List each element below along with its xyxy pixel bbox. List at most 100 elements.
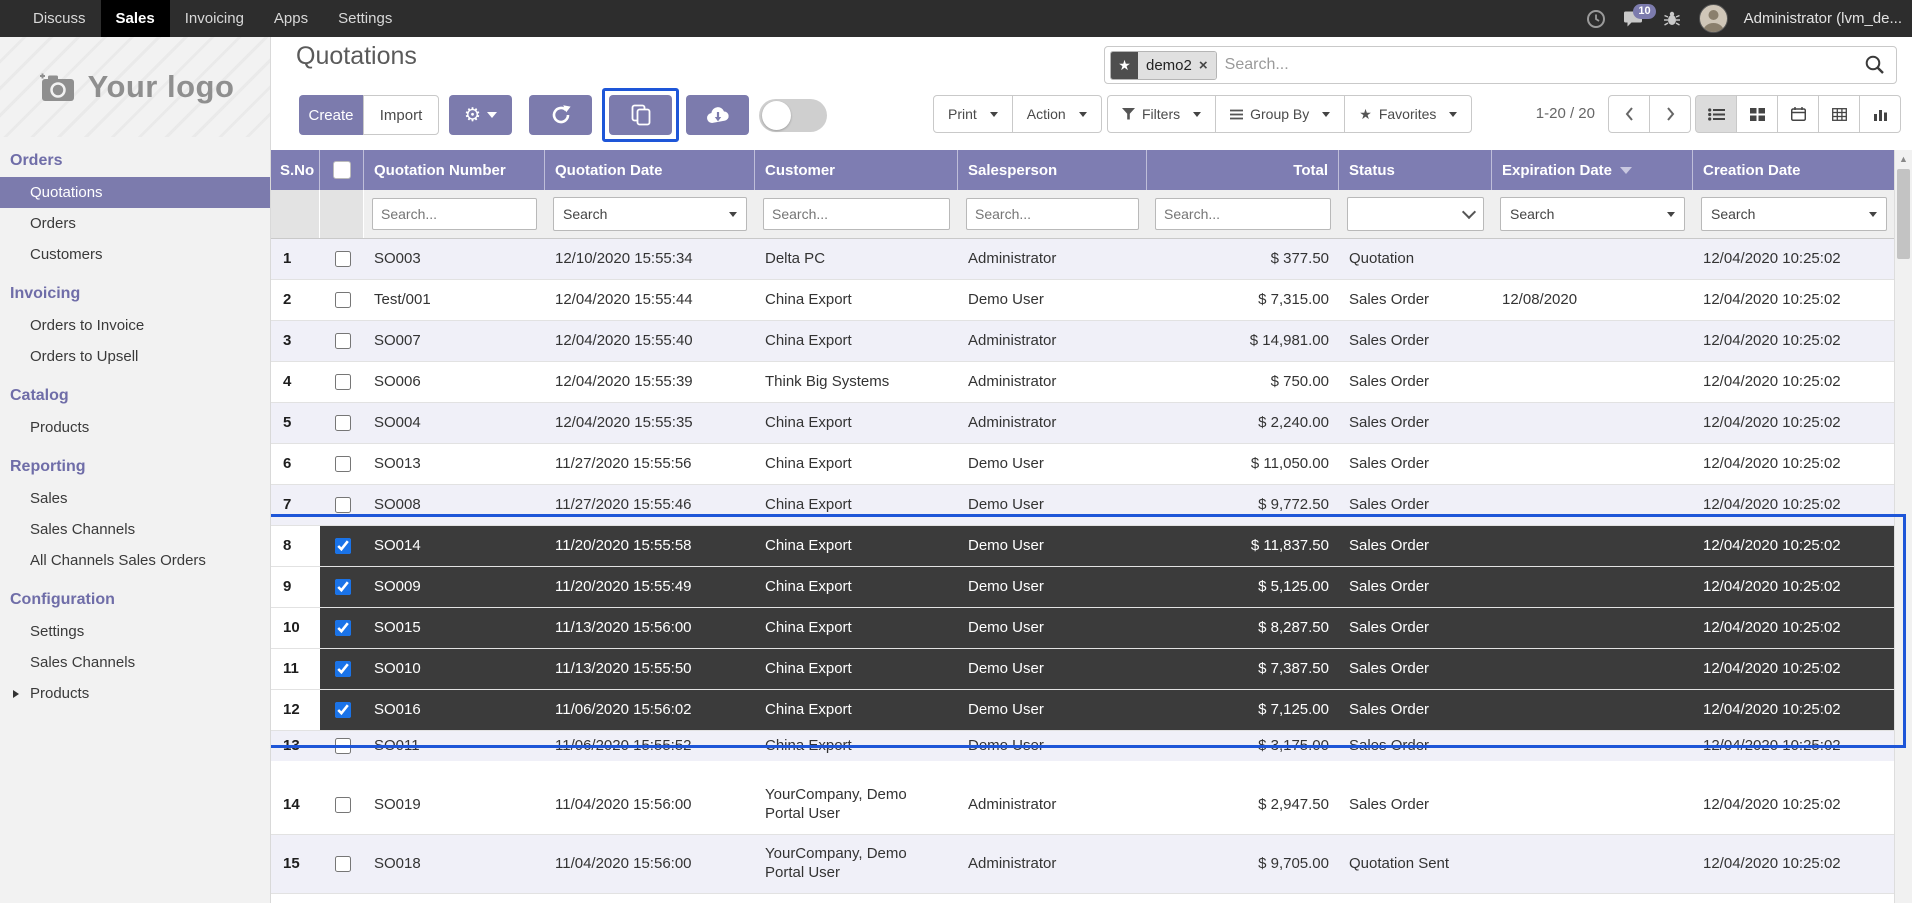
- row-checkbox[interactable]: [334, 456, 351, 472]
- table-row[interactable]: 16SO00511/04/2020 15:55:00AgrolaitDemo U…: [270, 894, 1895, 903]
- column-header-quotation-number[interactable]: Quotation Number: [364, 150, 545, 190]
- column-header-status[interactable]: Status: [1339, 150, 1492, 190]
- print-button[interactable]: Print: [933, 95, 1013, 133]
- column-header-select-all[interactable]: [320, 150, 364, 190]
- filters-button[interactable]: Filters: [1107, 95, 1217, 133]
- quotation-date-filter-combo[interactable]: Search: [553, 197, 747, 231]
- salesperson-filter-input[interactable]: [966, 198, 1139, 230]
- scroll-up-arrow-icon[interactable]: ▲: [1895, 150, 1912, 167]
- sidebar-item-orders[interactable]: Orders: [0, 208, 270, 239]
- select-all-checkbox[interactable]: [332, 161, 351, 179]
- table-row[interactable]: 6 SO013 11/27/2020 15:55:56 China Export Dem…: [270, 444, 1895, 485]
- toggle-switch[interactable]: [759, 99, 827, 132]
- topbar-menu-apps[interactable]: Apps: [259, 0, 323, 37]
- column-header-creation-date[interactable]: Creation Date: [1693, 150, 1895, 190]
- sidebar-item-products[interactable]: Products: [0, 678, 270, 709]
- sidebar-item-products[interactable]: Products: [0, 412, 270, 443]
- row-checkbox[interactable]: [334, 497, 351, 513]
- messages-icon[interactable]: 10: [1623, 3, 1656, 30]
- search-box[interactable]: ★ demo2 × Search...: [1104, 46, 1897, 84]
- row-checkbox[interactable]: [334, 415, 351, 431]
- list-view-button[interactable]: [1695, 95, 1737, 133]
- sidebar-item-orders-to-invoice[interactable]: Orders to Invoice: [0, 310, 270, 341]
- row-checkbox[interactable]: [334, 797, 351, 813]
- status-filter-select[interactable]: [1347, 197, 1484, 231]
- sidebar-item-sales[interactable]: Sales: [0, 483, 270, 514]
- kanban-view-button[interactable]: [1737, 95, 1778, 133]
- table-row[interactable]: 2 Test/001 12/04/2020 15:55:44 China Export…: [270, 280, 1895, 321]
- row-checkbox[interactable]: [334, 661, 351, 677]
- topbar-menu-sales[interactable]: Sales: [100, 0, 170, 37]
- table-row[interactable]: 4 SO006 12/04/2020 15:55:39 Think Big Syste…: [270, 362, 1895, 403]
- column-header-expiration-date[interactable]: Expiration Date: [1492, 150, 1693, 190]
- refresh-button[interactable]: [529, 95, 592, 135]
- topbar-menu-discuss[interactable]: Discuss: [18, 0, 101, 37]
- table-row[interactable]: 13 SO011 11/06/2020 15:55:52 China Export De…: [270, 731, 1895, 761]
- debug-bug-icon[interactable]: [1661, 8, 1683, 30]
- create-button[interactable]: Create: [299, 95, 363, 135]
- table-row[interactable]: 14 SO019 11/04/2020 15:56:00 YourCompany, D…: [270, 776, 1895, 835]
- row-status: Quotation Sent: [1349, 854, 1450, 872]
- row-checkbox[interactable]: [334, 251, 351, 267]
- row-checkbox[interactable]: [334, 856, 351, 872]
- column-header-customer[interactable]: Customer: [755, 150, 958, 190]
- row-checkbox[interactable]: [334, 620, 351, 636]
- row-checkbox[interactable]: [334, 333, 351, 349]
- sidebar-item-quotations[interactable]: Quotations: [0, 177, 270, 208]
- sidebar-item-orders-to-upsell[interactable]: Orders to Upsell: [0, 341, 270, 372]
- pager-next-button[interactable]: [1650, 95, 1691, 133]
- sidebar-item-customers[interactable]: Customers: [0, 239, 270, 270]
- activity-clock-icon[interactable]: [1585, 8, 1607, 30]
- calendar-view-button[interactable]: [1778, 95, 1819, 133]
- row-checkbox[interactable]: [334, 538, 351, 554]
- table-row[interactable]: 3 SO007 12/04/2020 15:55:40 China Export Adm…: [270, 321, 1895, 362]
- user-menu-label[interactable]: Administrator (lvm_de...: [1744, 10, 1902, 27]
- favorites-button[interactable]: ★ Favorites: [1345, 95, 1473, 133]
- customer-filter-input[interactable]: [763, 198, 950, 230]
- search-magnifier-icon[interactable]: [1864, 54, 1886, 76]
- expiration-date-filter-combo[interactable]: Search: [1500, 197, 1685, 231]
- sidebar-item-settings[interactable]: Settings: [0, 616, 270, 647]
- graph-view-button[interactable]: [1860, 95, 1901, 133]
- table-row[interactable]: 5 SO004 12/04/2020 15:55:35 China Export Adm…: [270, 403, 1895, 444]
- row-checkbox[interactable]: [334, 579, 351, 595]
- topbar-menu-settings[interactable]: Settings: [323, 0, 407, 37]
- total-filter-input[interactable]: [1155, 198, 1331, 230]
- table-row[interactable]: 12 SO016 11/06/2020 15:56:02 China Export De…: [270, 690, 1895, 731]
- pivot-view-button[interactable]: [1819, 95, 1860, 133]
- sidebar-item-sales-channels[interactable]: Sales Channels: [0, 647, 270, 678]
- group-by-button[interactable]: Group By: [1216, 95, 1346, 133]
- row-checkbox[interactable]: [334, 374, 351, 390]
- table-row[interactable]: 11 SO010 11/13/2020 15:55:50 China Export De…: [270, 649, 1895, 690]
- quotation-number-filter-input[interactable]: [372, 198, 537, 230]
- user-avatar[interactable]: [1698, 4, 1728, 33]
- row-checkbox[interactable]: [334, 702, 351, 718]
- table-row[interactable]: 10 SO015 11/13/2020 15:56:00 China Export De…: [270, 608, 1895, 649]
- table-row[interactable]: 9 SO009 11/20/2020 15:55:49 China Export Dem…: [270, 567, 1895, 608]
- table-row[interactable]: 15 SO018 11/04/2020 15:56:00 YourCompany, D…: [270, 835, 1895, 894]
- row-checkbox[interactable]: [334, 292, 351, 308]
- column-header-total[interactable]: Total: [1147, 150, 1339, 190]
- search-input[interactable]: Search...: [1225, 56, 1864, 74]
- column-header-salesperson[interactable]: Salesperson: [958, 150, 1147, 190]
- copy-button[interactable]: [609, 95, 672, 135]
- sidebar-item-sales-channels[interactable]: Sales Channels: [0, 514, 270, 545]
- action-button[interactable]: Action: [1012, 95, 1102, 133]
- vertical-scrollbar[interactable]: ▲: [1894, 150, 1912, 903]
- table-row[interactable]: 1 SO003 12/10/2020 15:55:34 Delta PC Adminis…: [270, 239, 1895, 280]
- scrollbar-thumb[interactable]: [1897, 169, 1910, 259]
- column-header-sno[interactable]: S.No: [270, 150, 320, 190]
- import-button[interactable]: Import: [363, 95, 439, 135]
- export-cloud-button[interactable]: [686, 95, 749, 135]
- facet-remove-icon[interactable]: ×: [1199, 57, 1208, 74]
- column-header-quotation-date[interactable]: Quotation Date: [545, 150, 755, 190]
- table-row[interactable]: 8 SO014 11/20/2020 15:55:58 China Export Dem…: [270, 526, 1895, 567]
- creation-date-filter-combo[interactable]: Search: [1701, 197, 1887, 231]
- gear-dropdown-button[interactable]: ⚙: [449, 95, 512, 135]
- topbar-menu-invoicing[interactable]: Invoicing: [170, 0, 259, 37]
- row-salesperson: Demo User: [968, 659, 1044, 677]
- pager-previous-button[interactable]: [1608, 95, 1650, 133]
- row-checkbox[interactable]: [334, 738, 351, 754]
- table-row[interactable]: 7 SO008 11/27/2020 15:55:46 China Export Dem…: [270, 485, 1895, 526]
- sidebar-item-all-channels-sales-orders[interactable]: All Channels Sales Orders: [0, 545, 270, 576]
